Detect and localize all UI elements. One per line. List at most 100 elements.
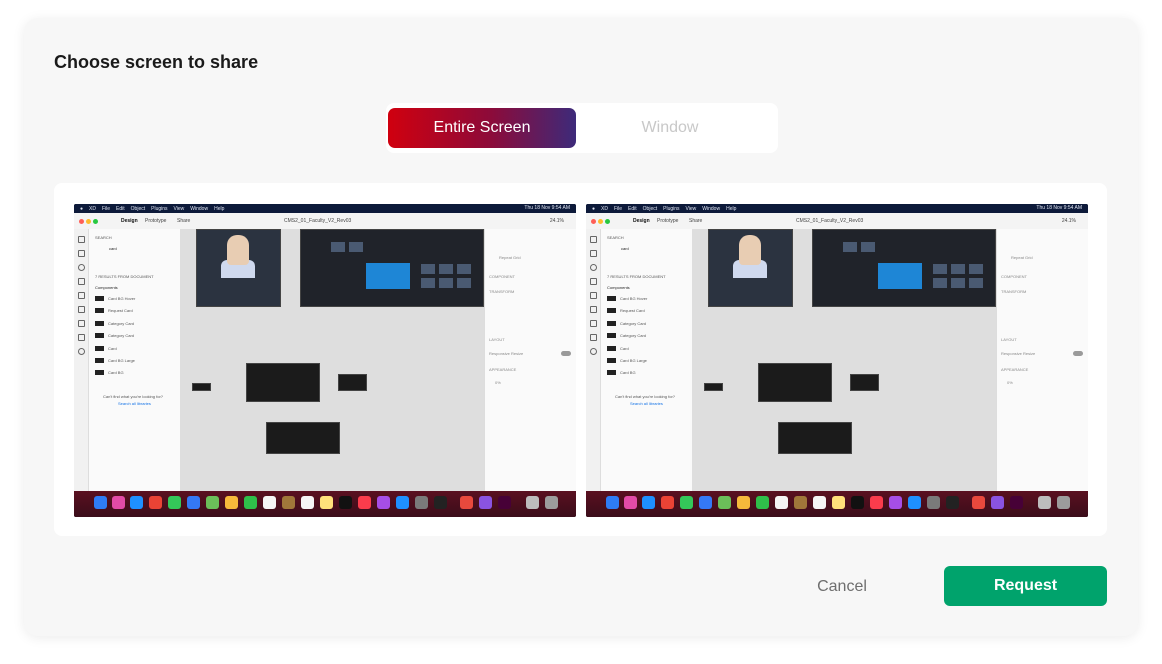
opacity-value: 0% — [495, 380, 501, 385]
messages-icon — [168, 496, 181, 509]
podcasts-icon — [889, 496, 902, 509]
contacts-icon — [282, 496, 295, 509]
document-name: CMS2_01_Faculty_V2_Rev03 — [796, 218, 864, 224]
tab-share: Share — [177, 218, 191, 224]
tab-window[interactable]: Window — [576, 108, 764, 148]
xd-appbar: Design Prototype Share CMS2_01_Faculty_V… — [74, 213, 576, 230]
artboard-tool-icon — [589, 334, 597, 341]
zoom-level: 24.1% — [549, 218, 564, 224]
select-tool-icon — [589, 236, 597, 243]
finder-icon — [94, 496, 107, 509]
app-icon — [479, 496, 492, 509]
artboard-card-small — [192, 383, 211, 391]
transform-label: TRANSFORM — [1001, 289, 1027, 294]
request-button[interactable]: Request — [944, 566, 1107, 606]
artboard-card-large — [758, 363, 832, 402]
responsive-resize-toggle — [1073, 351, 1083, 356]
text-tool-icon — [589, 320, 597, 327]
library-footer-text: Can't find what you're looking for? — [103, 394, 164, 399]
figma-icon — [434, 496, 447, 509]
apple-icon: ● — [592, 205, 596, 212]
tab-entire-screen[interactable]: Entire Screen — [388, 108, 576, 148]
search-heading: SEARCH — [95, 235, 112, 240]
downloads-icon — [526, 496, 539, 509]
window-controls — [591, 219, 612, 226]
component-item: Card BG — [607, 370, 636, 376]
contacts-icon — [794, 496, 807, 509]
layout-label: LAYOUT — [1001, 337, 1017, 342]
chrome-icon — [661, 496, 674, 509]
line-tool-icon — [589, 292, 597, 299]
trash-icon — [1057, 496, 1070, 509]
library-search-input: card — [109, 246, 117, 251]
component-item: Category Card — [95, 321, 134, 327]
app-icon — [460, 496, 473, 509]
component-item: Card BG Hover — [95, 296, 135, 302]
artboard-participant-grid — [300, 229, 484, 307]
screen-thumbnail-1[interactable]: ● XD File Edit Object Plugins View Windo… — [74, 204, 576, 517]
mac-dock — [586, 491, 1088, 517]
properties-panel: Repeat Grid COMPONENT TRANSFORM LAYOUT R… — [484, 229, 576, 491]
downloads-icon — [1038, 496, 1051, 509]
library-footer-text: Can't find what you're looking for? — [615, 394, 676, 399]
artboard-tool-icon — [77, 334, 85, 341]
document-name: CMS2_01_Faculty_V2_Rev03 — [284, 218, 352, 224]
maps-icon — [206, 496, 219, 509]
menu-item: File — [613, 205, 623, 212]
artboard-video-call — [196, 229, 281, 307]
library-panel: SEARCH card 7 RESULTS FROM DOCUMENT Comp… — [89, 229, 181, 491]
safari-icon — [642, 496, 655, 509]
component-item: Card — [95, 346, 117, 352]
share-mode-toggle: Entire Screen Window — [386, 103, 778, 153]
tool-strip — [586, 229, 601, 491]
menu-item: Object — [642, 205, 658, 212]
reminders-icon — [301, 496, 314, 509]
menu-item: Edit — [628, 205, 637, 212]
search-libraries-link: Search all libraries — [118, 401, 151, 406]
music-icon — [870, 496, 883, 509]
dialog-title: Choose screen to share — [54, 52, 259, 72]
text-tool-icon — [77, 320, 85, 327]
component-item: Category Card — [95, 333, 134, 339]
menu-item: Object — [130, 205, 146, 212]
menubar-clock: Thu 18 Nov 9:54 AM — [1036, 205, 1082, 211]
tv-icon — [851, 496, 864, 509]
polygon-tool-icon — [77, 278, 85, 285]
ellipse-tool-icon — [77, 264, 85, 271]
layout-label: LAYOUT — [489, 337, 505, 342]
results-heading: 7 RESULTS FROM DOCUMENT — [95, 274, 154, 279]
menu-item: Edit — [116, 205, 125, 212]
component-item: Category Card — [607, 333, 646, 339]
transform-label: TRANSFORM — [489, 289, 515, 294]
component-item: Request Card — [95, 308, 133, 314]
xd-appbar: Design Prototype Share CMS2_01_Faculty_V… — [586, 213, 1088, 230]
component-label: COMPONENT — [1001, 274, 1027, 279]
tool-strip — [74, 229, 89, 491]
mac-menubar: ● XD File Edit Object Plugins View Windo… — [74, 204, 576, 213]
artboard-request-card — [266, 422, 340, 454]
component-item: Card BG Large — [95, 358, 135, 364]
calendar-icon — [775, 496, 788, 509]
share-screen-dialog: Choose screen to share Entire Screen Win… — [24, 18, 1138, 636]
library-search-input: card — [621, 246, 629, 251]
launchpad-icon — [112, 496, 125, 509]
tab-prototype: Prototype — [657, 218, 679, 224]
artboard-card — [850, 374, 879, 391]
artboard-card-small — [704, 383, 723, 391]
menu-item: XD — [89, 205, 96, 212]
artboard-request-card — [778, 422, 852, 454]
menu-item: Plugins — [151, 205, 168, 212]
cancel-button[interactable]: Cancel — [794, 578, 890, 596]
design-canvas — [180, 229, 484, 491]
facetime-icon — [756, 496, 769, 509]
reminders-icon — [813, 496, 826, 509]
component-item: Card — [607, 346, 629, 352]
artboard-card — [338, 374, 367, 391]
window-controls — [79, 219, 100, 226]
screen-thumbnail-2[interactable]: ● XD File Edit Object Plugins View Windo… — [586, 204, 1088, 517]
mail-icon — [699, 496, 712, 509]
select-tool-icon — [77, 236, 85, 243]
menu-item: XD — [601, 205, 608, 212]
rectangle-tool-icon — [589, 250, 597, 257]
chrome-icon — [149, 496, 162, 509]
